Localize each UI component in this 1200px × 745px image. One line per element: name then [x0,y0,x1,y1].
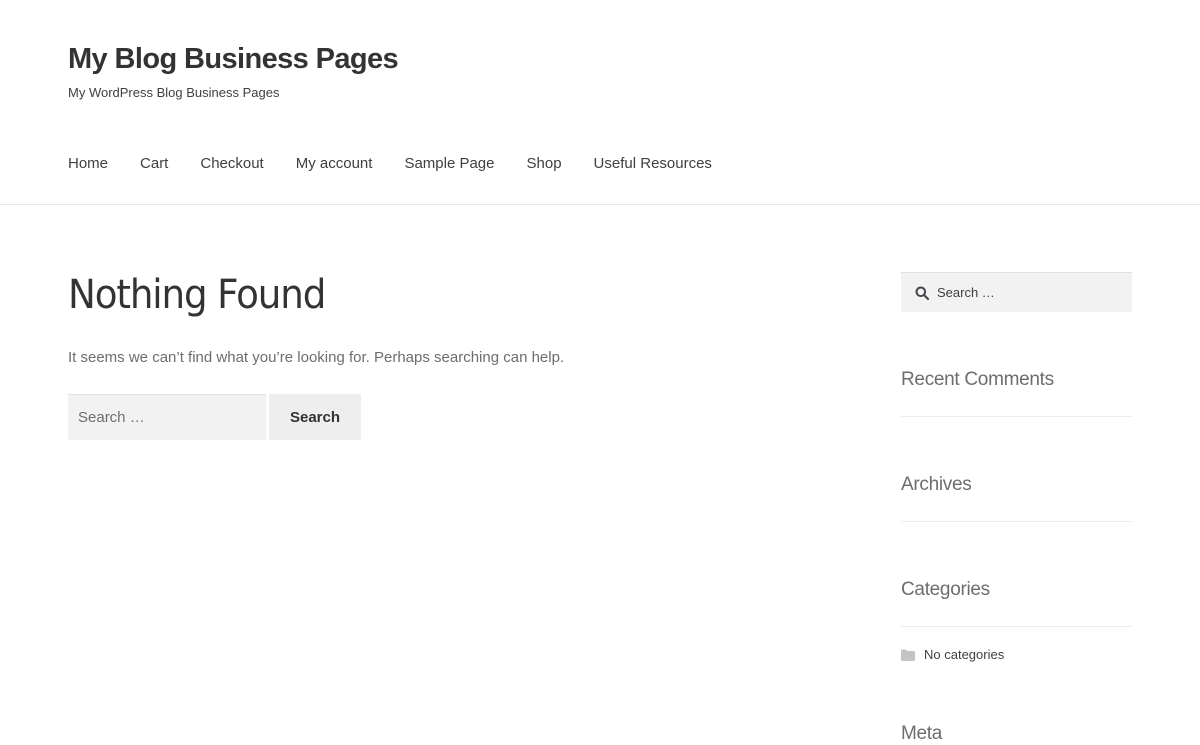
sidebar-search-input[interactable] [937,273,1127,312]
widget-divider [901,626,1132,627]
site-title[interactable]: My Blog Business Pages [68,43,399,76]
widget-title-archives: Archives [901,474,972,495]
folder-icon [901,649,915,661]
categories-empty-text: No categories [924,647,1005,662]
categories-empty-item: No categories [901,647,1004,662]
not-found-message: It seems we can’t find what you’re looki… [68,349,565,366]
main-search-input[interactable] [68,394,266,440]
widget-divider [901,416,1132,417]
widget-divider [901,521,1132,522]
main-search-button[interactable]: Search [269,394,361,440]
site-tagline: My WordPress Blog Business Pages [68,85,280,100]
search-icon [915,286,929,300]
widget-title-categories: Categories [901,579,990,600]
widget-title-recent-comments: Recent Comments [901,369,1054,390]
nav-item-checkout[interactable]: Checkout [200,155,263,175]
main-search-form: Search [68,394,361,440]
nav-item-sample-page[interactable]: Sample Page [404,155,494,175]
nav-item-shop[interactable]: Shop [527,155,562,175]
page-title: Nothing Found [68,272,326,318]
nav-item-cart[interactable]: Cart [140,155,168,175]
sidebar: Recent Comments Archives Categories No c… [901,272,1132,744]
widget-title-meta: Meta [901,723,943,744]
site-header: My Blog Business Pages My WordPress Blog… [0,0,1200,205]
sidebar-search-form [901,272,1132,312]
nav-item-useful-resources[interactable]: Useful Resources [594,155,712,175]
nav-item-my-account[interactable]: My account [296,155,373,175]
nav-item-home[interactable]: Home [68,155,108,175]
main-navigation: Home Cart Checkout My account Sample Pag… [68,155,744,175]
